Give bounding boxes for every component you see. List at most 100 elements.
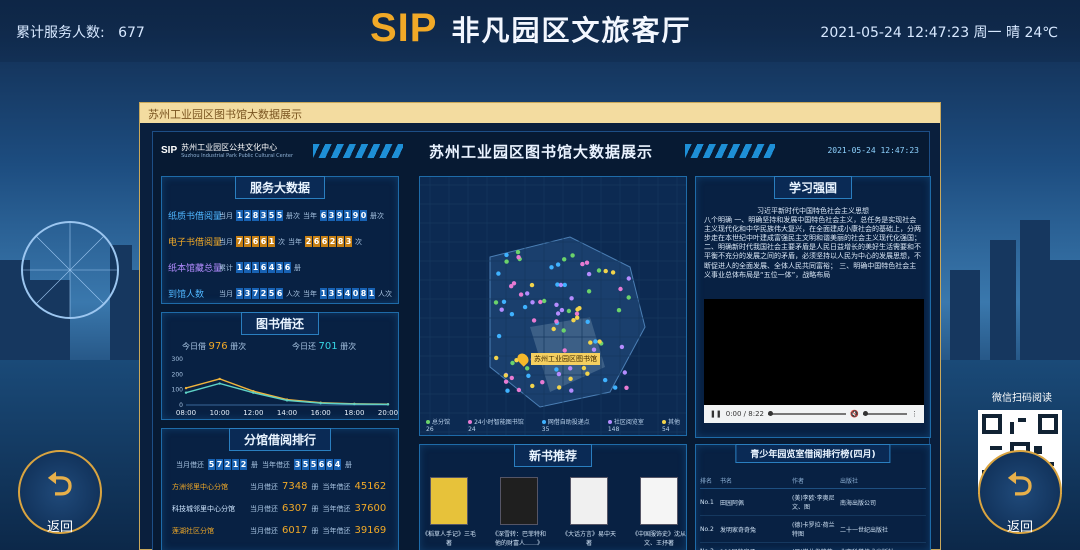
book-title[interactable]: 《深雪转：巴菲特和他的财富人……》 xyxy=(491,529,547,547)
map-point[interactable] xyxy=(511,281,517,286)
map-point[interactable] xyxy=(549,265,554,270)
map-point[interactable] xyxy=(613,385,618,390)
map-point[interactable] xyxy=(568,366,573,371)
map-point[interactable] xyxy=(596,268,602,273)
map-point[interactable] xyxy=(554,302,559,307)
map-point[interactable] xyxy=(504,259,509,264)
map-point[interactable] xyxy=(496,271,501,276)
map-point[interactable] xyxy=(556,371,562,377)
back-button-right[interactable]: ⮌ 返回 xyxy=(978,450,1062,535)
map-point[interactable] xyxy=(580,261,585,267)
map-point[interactable] xyxy=(555,311,561,316)
map-point[interactable] xyxy=(603,377,608,383)
map-point[interactable] xyxy=(496,333,502,339)
map-point[interactable] xyxy=(503,373,508,378)
map-point[interactable] xyxy=(568,376,573,381)
map-point[interactable] xyxy=(510,360,515,366)
map-point[interactable] xyxy=(525,291,530,296)
map-point[interactable] xyxy=(503,379,509,384)
book-cover[interactable] xyxy=(570,477,608,525)
map-point[interactable] xyxy=(538,299,543,305)
mute-icon[interactable]: 🔇 xyxy=(850,410,859,418)
map-point[interactable] xyxy=(542,298,547,304)
map-point[interactable] xyxy=(575,315,580,320)
map-point[interactable] xyxy=(562,348,567,353)
map-point[interactable] xyxy=(618,286,623,292)
volume-slider[interactable] xyxy=(863,411,907,416)
video-progress-bar[interactable] xyxy=(767,411,847,416)
map-point[interactable] xyxy=(588,340,593,345)
map-point[interactable] xyxy=(562,282,567,288)
map-point[interactable] xyxy=(626,276,631,281)
book-cover[interactable] xyxy=(640,477,678,525)
library-location-pin[interactable]: 苏州工业园区图书馆 xyxy=(515,351,600,367)
book-title[interactable]: 《中国服饰史》沈从文、王抒著 xyxy=(631,529,687,547)
map-point[interactable] xyxy=(559,307,565,313)
map-point[interactable] xyxy=(516,255,521,260)
map-point[interactable] xyxy=(586,289,592,294)
map-point[interactable] xyxy=(557,385,562,390)
map-point[interactable] xyxy=(569,296,574,301)
map-point[interactable] xyxy=(522,304,528,310)
map-point[interactable] xyxy=(493,300,499,305)
map-point[interactable] xyxy=(626,295,631,300)
map-point[interactable] xyxy=(518,292,524,297)
pause-icon[interactable]: ❚❚ xyxy=(710,410,722,418)
map-point[interactable] xyxy=(571,318,576,323)
ranking-row[interactable]: No.2 发明家奇奇兔 (德)卡罗拉·荷兰特图 二十一世纪出版社 xyxy=(700,516,926,543)
map-point[interactable] xyxy=(504,252,509,258)
map-point[interactable] xyxy=(577,306,582,311)
map-point[interactable] xyxy=(551,326,556,332)
map-point[interactable] xyxy=(531,318,537,323)
map-point[interactable] xyxy=(515,249,521,255)
book-cover[interactable] xyxy=(430,477,468,525)
map-point[interactable] xyxy=(516,387,522,393)
map-point[interactable] xyxy=(562,257,567,262)
map-point[interactable] xyxy=(509,312,515,317)
map-point[interactable] xyxy=(566,308,572,314)
map-point[interactable] xyxy=(570,253,575,258)
video-player[interactable]: ❚❚ 0:00 / 8:22 🔇 ⋮ xyxy=(704,299,924,423)
map-point[interactable] xyxy=(619,344,625,350)
map-point[interactable] xyxy=(597,339,602,344)
back-button-left[interactable]: ⮌ 返回 xyxy=(18,450,102,535)
map-point[interactable] xyxy=(569,388,574,393)
library-map[interactable]: 苏州工业园区图书馆 总分馆 26 24小时智能图书馆 24 网借自助投递点 35 社区阅览室… xyxy=(419,176,687,436)
map-point[interactable] xyxy=(585,371,590,376)
map-point[interactable] xyxy=(558,282,564,288)
map-point[interactable] xyxy=(499,307,504,312)
map-point[interactable] xyxy=(494,355,499,361)
map-point[interactable] xyxy=(584,260,590,265)
map-point[interactable] xyxy=(574,311,580,316)
map-point[interactable] xyxy=(555,262,561,267)
map-point[interactable] xyxy=(561,328,566,333)
map-point[interactable] xyxy=(554,367,559,372)
map-point[interactable] xyxy=(554,319,559,324)
map-point[interactable] xyxy=(529,282,535,288)
more-options-icon[interactable]: ⋮ xyxy=(911,410,918,418)
map-point[interactable] xyxy=(585,319,590,324)
map-point[interactable] xyxy=(509,375,514,381)
map-point[interactable] xyxy=(540,380,545,385)
map-point[interactable] xyxy=(622,370,627,375)
ranking-row[interactable]: No.3100层的房子(日)岩井俊雄著北京科学技术出版社 xyxy=(700,543,926,550)
book-title[interactable]: 《大话方言》易中天著 xyxy=(561,529,617,547)
map-point[interactable] xyxy=(593,339,598,344)
map-point[interactable] xyxy=(530,300,535,305)
today-borrow: 今日借 976 册次 xyxy=(182,341,246,352)
map-point[interactable] xyxy=(505,388,510,393)
map-point[interactable] xyxy=(581,365,587,371)
map-point[interactable] xyxy=(526,373,531,378)
map-point[interactable] xyxy=(501,299,507,304)
map-point[interactable] xyxy=(530,383,535,389)
map-point[interactable] xyxy=(616,308,622,313)
map-point[interactable] xyxy=(525,366,530,371)
map-point[interactable] xyxy=(624,385,629,390)
book-title[interactable]: 《稻草人手记》三毛著 xyxy=(421,529,477,547)
map-point[interactable] xyxy=(603,268,608,274)
book-cover[interactable] xyxy=(500,477,538,525)
map-point[interactable] xyxy=(610,270,616,275)
map-point[interactable] xyxy=(586,271,592,277)
map-point[interactable] xyxy=(591,347,597,352)
ranking-row[interactable]: No.1 田园阿佩 (美)李欧·李奥尼文、图 南海出版公司 xyxy=(700,489,926,516)
